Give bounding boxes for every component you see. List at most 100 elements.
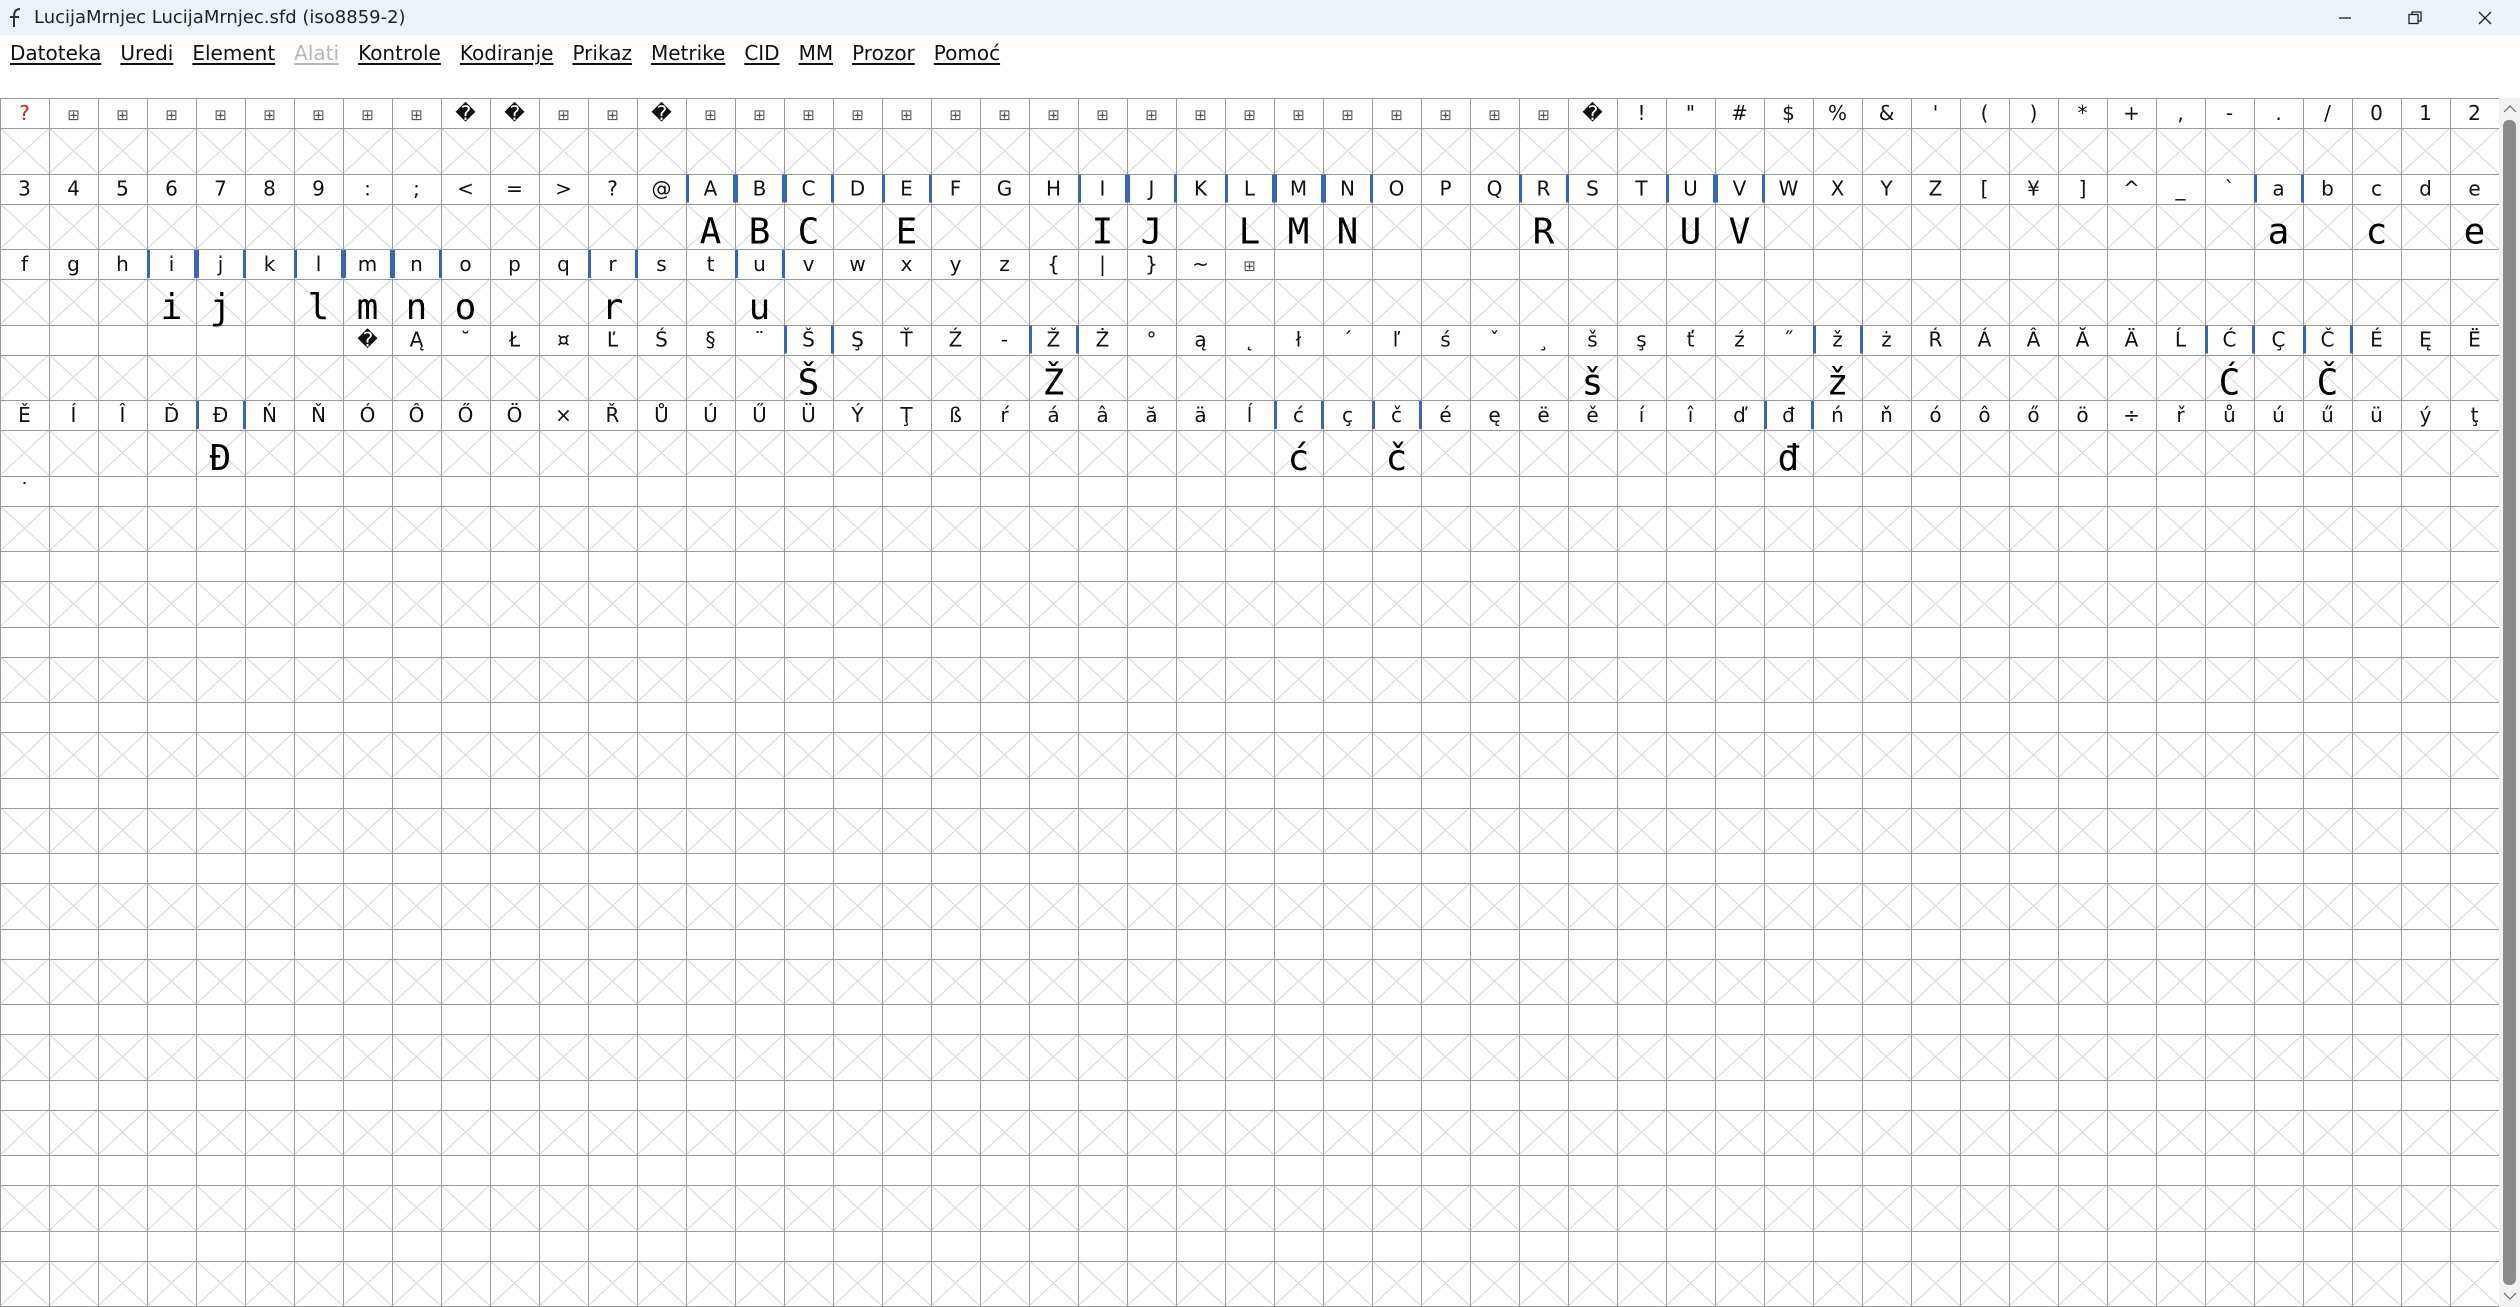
glyph-label[interactable]: 5 [116, 177, 129, 201]
glyph-preview[interactable]: l [308, 287, 330, 328]
glyph-label[interactable]: ⊞ [1243, 106, 1256, 124]
glyph-label[interactable]: ⊞ [1439, 106, 1452, 124]
glyph-label[interactable]: ˘ [461, 328, 471, 352]
glyph-label[interactable]: Ł [508, 328, 521, 352]
glyph-label[interactable]: é [1439, 403, 1451, 427]
glyph-label[interactable]: 3 [18, 177, 31, 201]
glyph-label[interactable]: ⊞ [557, 106, 570, 124]
glyph-label[interactable]: ⊞ [998, 106, 1011, 124]
glyph-label[interactable]: ⊞ [1047, 106, 1060, 124]
glyph-label[interactable]: ů [2223, 403, 2236, 427]
glyph-label[interactable]: - [2226, 101, 2233, 125]
glyph-label[interactable]: a [2272, 177, 2284, 201]
glyph-label[interactable]: ⊞ [1390, 106, 1403, 124]
glyph-label[interactable]: S [1586, 177, 1599, 201]
glyph-label[interactable]: = [506, 177, 523, 201]
glyph-label[interactable]: Ň [311, 403, 326, 427]
glyph-preview[interactable]: A [700, 212, 722, 253]
glyph-label[interactable]: ś [1440, 328, 1450, 352]
glyph-label[interactable]: ń [1831, 403, 1844, 427]
glyph-label[interactable]: ; [413, 177, 420, 201]
glyph-label[interactable]: đ [1782, 403, 1795, 427]
glyph-label[interactable]: ÷ [2123, 403, 2140, 427]
menu-pomo-[interactable]: Pomoć [924, 41, 1009, 65]
minimize-button[interactable] [2310, 0, 2380, 35]
glyph-preview[interactable]: C [798, 212, 820, 253]
glyph-label[interactable]: Ż [1096, 328, 1110, 352]
restore-button[interactable] [2380, 0, 2450, 35]
glyph-preview[interactable]: č [1386, 438, 1408, 479]
glyph-preview[interactable]: B [749, 212, 771, 253]
glyph-label[interactable]: 0 [2370, 101, 2383, 125]
glyph-label[interactable]: ⊞ [1145, 106, 1158, 124]
glyph-label[interactable]: ⊞ [312, 106, 325, 124]
glyph-label[interactable]: _ [2175, 177, 2187, 201]
glyph-label[interactable]: @ [652, 177, 672, 201]
menu-kodiranje[interactable]: Kodiranje [450, 41, 563, 65]
glyph-label[interactable]: D [850, 177, 865, 201]
glyph-label[interactable]: Z [1929, 177, 1943, 201]
glyph-label[interactable]: r [608, 252, 617, 276]
close-button[interactable] [2450, 0, 2520, 35]
glyph-label[interactable]: ş [1636, 328, 1646, 352]
glyph-preview[interactable]: n [406, 287, 428, 328]
glyph-preview[interactable]: L [1239, 212, 1261, 253]
glyph-preview[interactable]: š [1582, 363, 1604, 404]
glyph-label[interactable]: ⊞ [1194, 106, 1207, 124]
glyph-label[interactable]: s [656, 252, 666, 276]
glyph-label[interactable]: ⊞ [1488, 106, 1501, 124]
glyph-label[interactable]: J [1147, 177, 1155, 201]
glyph-label[interactable]: z [999, 252, 1010, 276]
glyph-label[interactable]: Ţ [899, 403, 913, 427]
glyph-label[interactable]: ĺ [1247, 403, 1253, 427]
glyph-label[interactable]: W [1779, 177, 1799, 201]
glyph-label[interactable]: ^ [2123, 177, 2140, 201]
glyph-label[interactable]: Ą [410, 328, 425, 352]
glyph-label[interactable]: K [1194, 177, 1208, 201]
glyph-label[interactable]: Č [2321, 328, 2335, 352]
glyph-label[interactable]: ~ [1192, 252, 1209, 276]
scroll-thumb[interactable] [2503, 120, 2516, 1285]
glyph-label[interactable]: f [21, 252, 29, 276]
glyph-label[interactable]: � [651, 101, 672, 125]
glyph-label[interactable]: * [2078, 101, 2088, 125]
glyph-label[interactable]: Á [1978, 328, 1992, 352]
glyph-preview[interactable]: u [749, 287, 771, 328]
glyph-label[interactable]: # [1731, 101, 1748, 125]
glyph-label[interactable]: ⊞ [802, 106, 815, 124]
glyph-label[interactable]: ŕ [1000, 403, 1009, 427]
glyph-label[interactable]: [ [1981, 177, 1989, 201]
glyph-label[interactable]: o [459, 252, 471, 276]
glyph-label[interactable]: ⊞ [1292, 106, 1305, 124]
glyph-label[interactable]: ⊞ [704, 106, 717, 124]
glyph-label[interactable]: L [1244, 177, 1256, 201]
glyph-label[interactable]: ˇ [1490, 328, 1500, 352]
glyph-label[interactable]: � [455, 101, 476, 125]
glyph-label[interactable]: Ö [507, 403, 523, 427]
glyph-label[interactable]: l [316, 252, 322, 276]
glyph-label[interactable]: ? [19, 101, 30, 125]
glyph-label[interactable]: 1 [2419, 101, 2432, 125]
glyph-label[interactable]: b [2321, 177, 2334, 201]
glyph-label[interactable]: P [1439, 177, 1451, 201]
glyph-label[interactable]: ` [2225, 177, 2235, 201]
glyph-label[interactable]: d [2419, 177, 2432, 201]
glyph-label[interactable]: Ý [850, 403, 864, 427]
glyph-label[interactable]: î [1687, 403, 1694, 427]
glyph-preview[interactable]: đ [1778, 438, 1800, 479]
glyph-label[interactable]: 2 [2468, 101, 2481, 125]
glyph-label[interactable]: i [169, 252, 175, 276]
glyph-label[interactable]: č [1391, 403, 1402, 427]
glyph-label[interactable]: G [997, 177, 1013, 201]
glyph-label[interactable]: { [1047, 252, 1060, 276]
glyph-label[interactable]: w [849, 252, 865, 276]
glyph-label[interactable]: ⊞ [263, 106, 276, 124]
scroll-up-button[interactable] [2499, 100, 2520, 118]
glyph-label[interactable]: Y [1879, 177, 1893, 201]
vertical-scrollbar[interactable] [2499, 98, 2520, 1307]
glyph-label[interactable]: Ś [655, 328, 668, 352]
glyph-label[interactable]: p [508, 252, 521, 276]
glyph-label[interactable]: ⊞ [949, 106, 962, 124]
menu-alati[interactable]: Alati [284, 41, 348, 65]
glyph-label[interactable]: ' [1933, 101, 1939, 125]
